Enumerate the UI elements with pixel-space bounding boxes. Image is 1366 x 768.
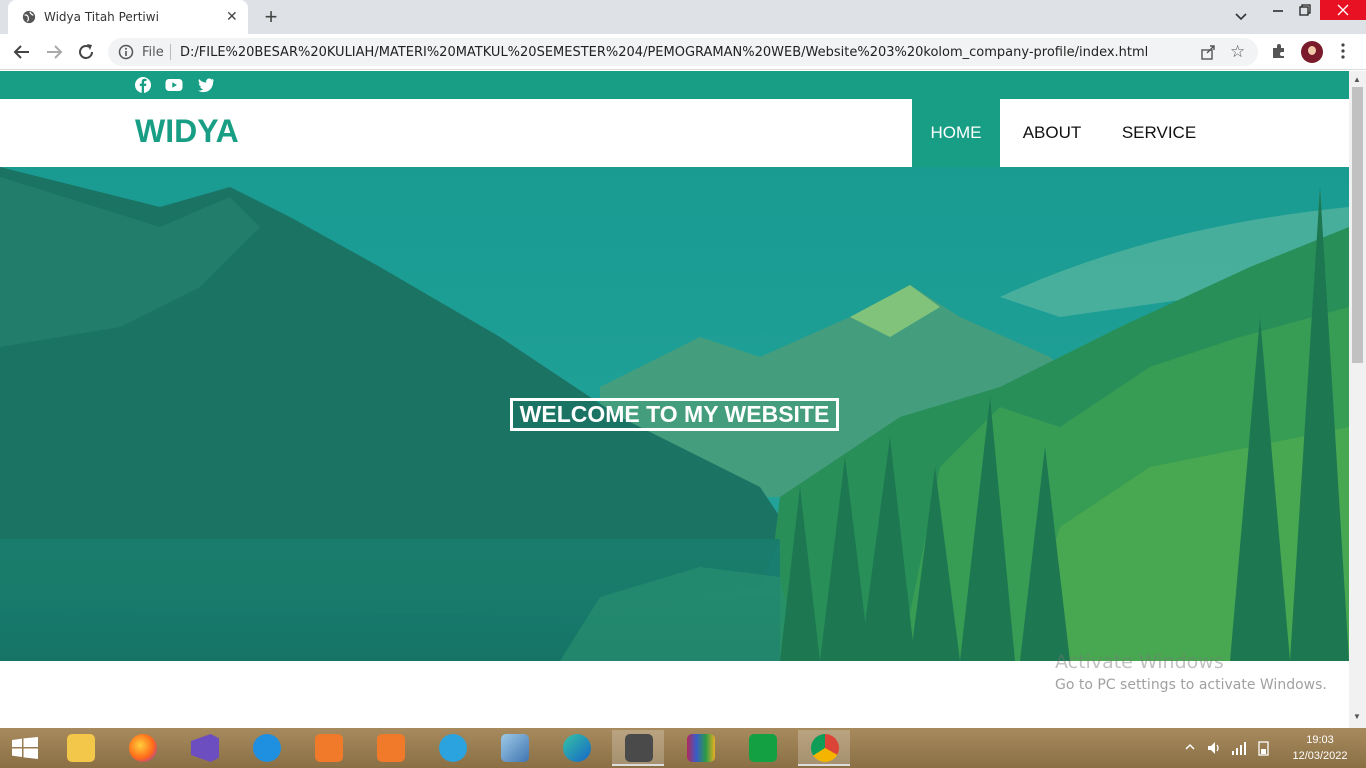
winrar-icon[interactable]	[674, 730, 726, 766]
profile-avatar[interactable]	[1301, 41, 1323, 63]
browser-tab-bar: Widya Titah Pertiwi ✕ +	[0, 0, 1366, 34]
omnibox-divider	[170, 44, 171, 60]
address-bar[interactable]: File D:/FILE%20BESAR%20KULIAH/MATERI%20M…	[108, 38, 1258, 66]
twitter-icon[interactable]	[197, 76, 215, 94]
battery-icon[interactable]	[1256, 740, 1272, 756]
nav-item-about[interactable]: ABOUT	[1004, 99, 1100, 167]
share-icon[interactable]	[1200, 44, 1216, 60]
sublime-text-icon[interactable]	[612, 730, 664, 766]
extensions-icon[interactable]	[1270, 42, 1288, 60]
clock-date[interactable]: 12/03/2022	[1286, 750, 1354, 762]
back-icon[interactable]	[12, 42, 32, 62]
telegram-icon[interactable]	[426, 730, 478, 766]
scroll-down-icon[interactable]: ▼	[1353, 712, 1361, 721]
new-tab-button[interactable]: +	[260, 4, 282, 30]
camera-icon[interactable]	[364, 730, 416, 766]
hero-title: WELCOME TO MY WEBSITE	[510, 398, 839, 431]
url-text[interactable]: D:/FILE%20BESAR%20KULIAH/MATERI%20MATKUL…	[180, 45, 1148, 60]
minimize-button[interactable]	[1263, 0, 1293, 34]
volume-icon[interactable]	[1206, 740, 1222, 756]
network-icon[interactable]	[1231, 740, 1247, 756]
activate-windows-subtitle: Go to PC settings to activate Windows.	[1055, 677, 1327, 693]
info-icon[interactable]	[118, 44, 134, 60]
site-header: WIDYA HOME ABOUT SERVICE	[0, 99, 1349, 167]
tray-overflow-icon[interactable]	[1185, 742, 1195, 752]
page-viewport: WIDYA HOME ABOUT SERVICE WELCOME TO MY W…	[0, 71, 1349, 728]
screen-recorder-icon[interactable]	[302, 730, 354, 766]
scroll-thumb[interactable]	[1352, 87, 1363, 363]
youtube-icon[interactable]	[165, 76, 183, 94]
menu-icon[interactable]	[1340, 42, 1346, 60]
chrome-icon[interactable]	[798, 730, 850, 766]
windows-start-icon[interactable]	[12, 737, 38, 759]
reload-icon[interactable]	[76, 42, 96, 62]
store-icon[interactable]	[736, 730, 788, 766]
virtualbox-icon[interactable]	[488, 730, 540, 766]
nav-item-service[interactable]: SERVICE	[1105, 99, 1213, 167]
visual-studio-icon[interactable]	[178, 730, 230, 766]
brand-logo[interactable]: WIDYA	[135, 113, 239, 150]
browser-toolbar: File D:/FILE%20BESAR%20KULIAH/MATERI%20M…	[0, 34, 1366, 70]
restore-button[interactable]	[1290, 0, 1320, 34]
tab-close-button[interactable]: ✕	[226, 8, 238, 25]
window-close-button[interactable]	[1320, 0, 1366, 20]
facebook-icon[interactable]	[134, 76, 152, 94]
bookmark-star-icon[interactable]: ☆	[1230, 42, 1245, 62]
windows-taskbar: 19:03 12/03/2022	[0, 728, 1366, 768]
nav-item-home[interactable]: HOME	[912, 99, 1000, 167]
activate-windows-title: Activate Windows	[1055, 651, 1224, 673]
edge-icon[interactable]	[550, 730, 602, 766]
browser-tab[interactable]: Widya Titah Pertiwi ✕	[8, 0, 248, 34]
hero-banner: WELCOME TO MY WEBSITE	[0, 167, 1349, 661]
globe-icon	[22, 10, 36, 24]
tab-title: Widya Titah Pertiwi	[44, 10, 159, 24]
file-explorer-icon[interactable]	[54, 730, 106, 766]
scroll-up-icon[interactable]: ▲	[1353, 75, 1361, 84]
close-icon	[1337, 4, 1349, 16]
internet-explorer-icon[interactable]	[240, 730, 292, 766]
url-scheme-label: File	[142, 45, 164, 60]
tab-search-icon[interactable]	[1226, 0, 1256, 34]
clock-time[interactable]: 19:03	[1300, 734, 1340, 746]
forward-icon[interactable]	[44, 42, 64, 62]
firefox-icon[interactable]	[116, 730, 168, 766]
page-scrollbar[interactable]: ▲ ▼	[1349, 71, 1366, 728]
social-top-bar	[0, 71, 1349, 99]
